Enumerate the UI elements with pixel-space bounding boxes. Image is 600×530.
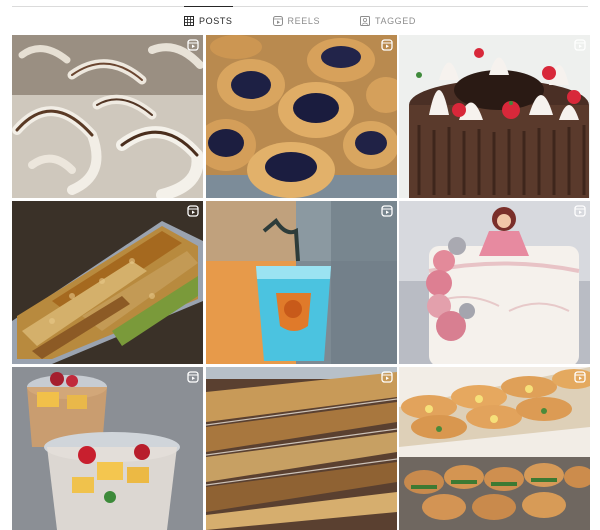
reel-icon [380, 205, 393, 217]
tab-reels-label: REELS [287, 16, 321, 26]
post-tile-blueberry-danish[interactable] [205, 35, 397, 198]
tab-tagged-label: TAGGED [375, 16, 416, 26]
post-tile-nut-platter[interactable] [12, 201, 203, 364]
tab-tagged[interactable]: TAGGED [360, 8, 416, 34]
post-tile-sandwich-rolls[interactable] [399, 367, 590, 530]
profile-tabs: POSTS REELS TAGGED [0, 6, 600, 34]
post-image [205, 35, 397, 198]
reel-icon [187, 371, 199, 383]
tab-reels[interactable]: REELS [272, 8, 321, 34]
post-tile-coconut-chips[interactable] [12, 35, 203, 198]
post-image [399, 367, 590, 530]
post-image [12, 367, 203, 530]
post-image [205, 201, 397, 364]
tab-posts[interactable]: POSTS [184, 6, 233, 34]
reel-icon [380, 39, 393, 51]
tagged-icon [360, 16, 371, 26]
reels-icon [272, 16, 283, 26]
reel-icon [187, 39, 199, 51]
post-tile-doll-cake[interactable] [399, 201, 590, 364]
reel-icon [574, 371, 586, 383]
profile-divider [12, 6, 588, 7]
post-tile-chocolate-cake[interactable] [399, 35, 590, 198]
post-image [399, 35, 590, 198]
reel-icon [574, 39, 586, 51]
post-image [399, 201, 590, 364]
reel-icon [187, 205, 199, 217]
post-tile-blue-drink[interactable] [205, 201, 397, 364]
posts-grid [12, 35, 590, 530]
post-image [12, 201, 203, 364]
post-image [205, 367, 397, 530]
post-tile-pastry-display[interactable] [205, 367, 397, 530]
reel-icon [574, 205, 586, 217]
post-image [12, 35, 203, 198]
reel-icon [380, 371, 393, 383]
grid-icon [184, 16, 195, 26]
tab-posts-label: POSTS [199, 16, 233, 26]
post-tile-fruit-cups[interactable] [12, 367, 203, 530]
